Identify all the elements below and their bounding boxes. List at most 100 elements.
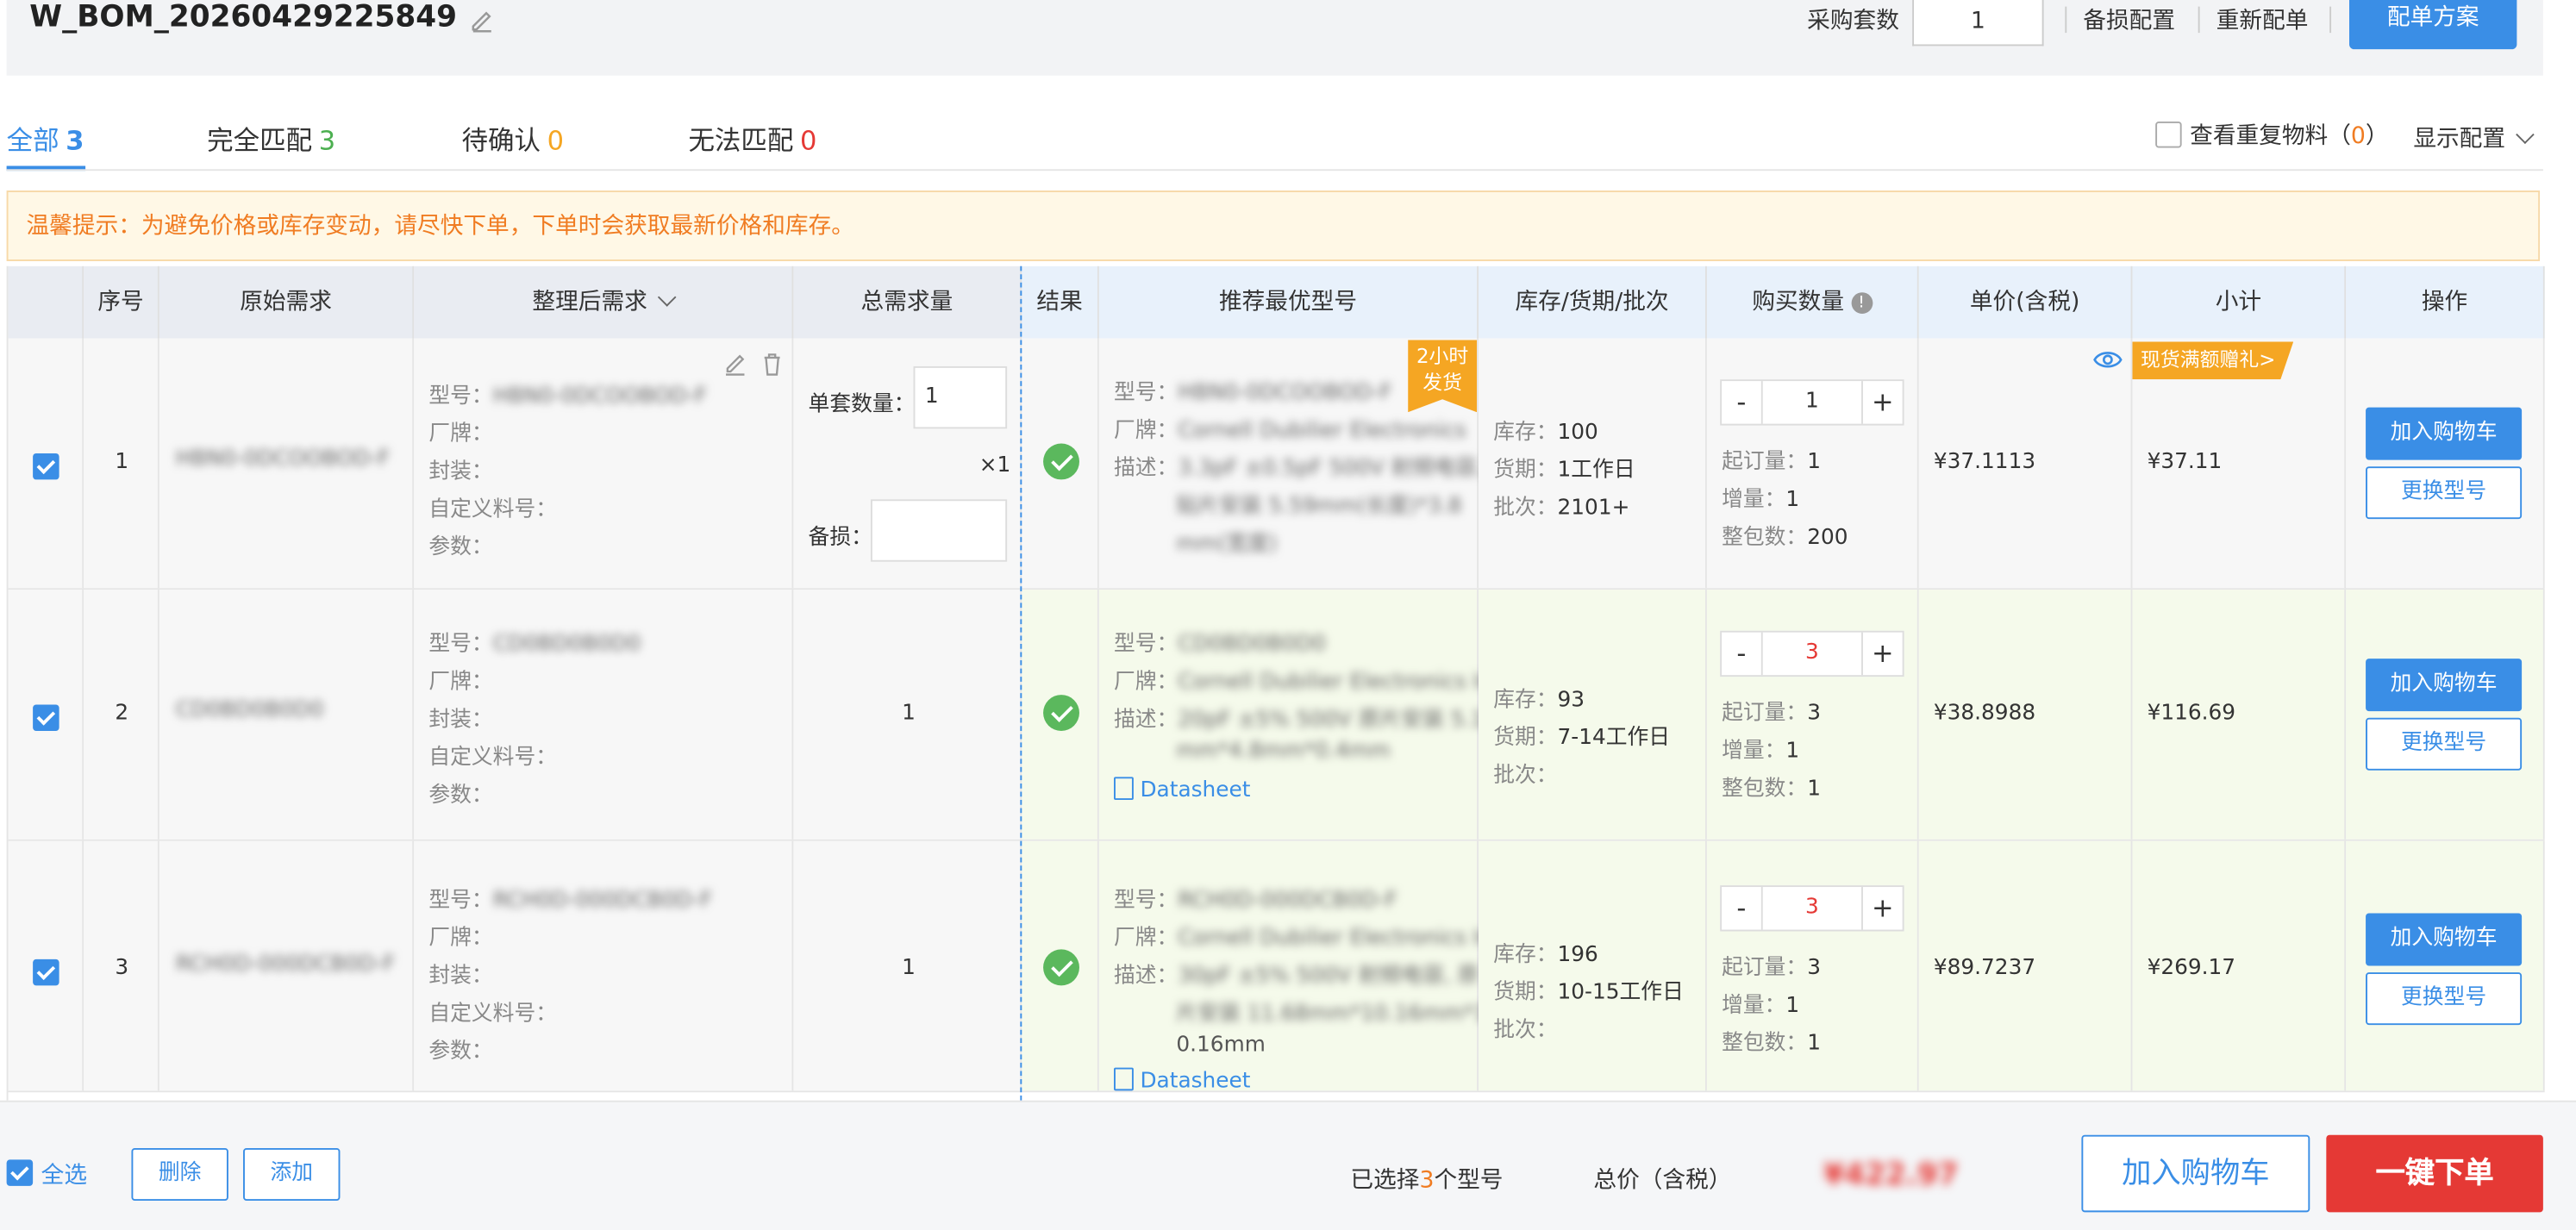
col-header-organized[interactable]: 整理后需求 bbox=[414, 265, 794, 339]
rec-brand-line: 厂牌：Cornell Dubilier Electronics Inc bbox=[1114, 664, 1504, 695]
pdf-icon bbox=[1113, 777, 1134, 801]
rec-desc-cont: 贴片安装 5.59mm(长度)*3.8 bbox=[1176, 494, 1462, 520]
quantity-value[interactable]: 3 bbox=[1761, 887, 1863, 930]
spare-config-link[interactable]: 备损配置 bbox=[2083, 3, 2175, 36]
change-model-button[interactable]: 更换型号 bbox=[2366, 466, 2523, 520]
one-click-order-button[interactable]: 一键下单 bbox=[2326, 1134, 2543, 1213]
match-ok-icon bbox=[1043, 695, 1079, 731]
datasheet-link[interactable]: Datasheet bbox=[1113, 777, 1251, 803]
increase-button[interactable]: + bbox=[1861, 887, 1903, 930]
quantity-value[interactable]: 1 bbox=[1761, 381, 1863, 424]
row-index: 3 bbox=[115, 956, 129, 981]
buy-sets-label: 采购套数 bbox=[1807, 8, 1899, 35]
add-cart-button[interactable]: 加入购物车 bbox=[2366, 659, 2523, 712]
step-value: 1 bbox=[1785, 739, 1800, 765]
add-button[interactable]: 添加 bbox=[243, 1148, 341, 1201]
moq-line: 起订量：3 bbox=[1722, 695, 1821, 727]
rec-desc-label: 描述： bbox=[1113, 964, 1179, 990]
tab-count: 0 bbox=[800, 124, 817, 157]
tab-pending[interactable]: 待确认 0 bbox=[461, 118, 564, 158]
stock-cell: 库存：100 货期：1工作日 批次：2101+ bbox=[1479, 338, 1707, 589]
moq-value: 1 bbox=[1807, 450, 1821, 475]
decrease-button[interactable]: - bbox=[1722, 632, 1763, 676]
spare-input[interactable] bbox=[870, 499, 1008, 562]
tab-label: 待确认 bbox=[461, 124, 541, 157]
rec-model-label: 型号： bbox=[1113, 381, 1179, 406]
quantity-value[interactable]: 3 bbox=[1761, 633, 1863, 676]
rec-model-label: 型号： bbox=[1113, 632, 1179, 658]
row-index: 2 bbox=[115, 701, 129, 727]
edit-icon[interactable] bbox=[722, 352, 747, 377]
tab-no-match[interactable]: 无法匹配 0 bbox=[688, 118, 816, 158]
increase-button[interactable]: + bbox=[1861, 381, 1903, 424]
buy-sets-input[interactable]: 1 bbox=[1912, 0, 2044, 47]
tab-full-match[interactable]: 完全匹配 3 bbox=[207, 118, 335, 158]
info-icon[interactable]: ! bbox=[1850, 291, 1873, 314]
rec-brand-label: 厂牌： bbox=[1113, 926, 1179, 952]
match-ok-icon bbox=[1043, 443, 1079, 480]
eye-icon[interactable] bbox=[2093, 348, 2123, 371]
decrease-button[interactable]: - bbox=[1722, 381, 1763, 424]
model-line: 型号：HBN0-0DCOOBOD-F bbox=[428, 378, 707, 409]
selected-prefix: 已选择 bbox=[1350, 1167, 1420, 1195]
row-checkbox[interactable] bbox=[33, 453, 59, 480]
datasheet-label: Datasheet bbox=[1140, 778, 1251, 803]
plan-button[interactable]: 配单方案 bbox=[2349, 0, 2517, 50]
raw-requirement: HBN0-0DCOOBOD-F bbox=[175, 446, 391, 471]
display-config-dropdown[interactable]: 显示配置 bbox=[2413, 122, 2535, 154]
row-checkbox[interactable] bbox=[33, 958, 59, 986]
lead-value: 7-14工作日 bbox=[1557, 726, 1671, 751]
model-value: HBN0-0DCOOBOD-F bbox=[492, 384, 708, 409]
pack-label: 整包数： bbox=[1722, 525, 1808, 551]
rec-brand-value: Cornell Dubilier Electronics Inc bbox=[1178, 670, 1505, 696]
qty-cell: -3 + 起订量：3 增量：1 整包数：1 bbox=[1706, 590, 1919, 840]
row-checkbox[interactable] bbox=[33, 704, 59, 731]
params-label: 参数： bbox=[428, 1040, 493, 1065]
select-all-label[interactable]: 全选 bbox=[41, 1158, 87, 1190]
pack-line: 整包数：200 bbox=[1722, 519, 1848, 551]
select-all-checkbox[interactable] bbox=[6, 1159, 34, 1186]
step-value: 1 bbox=[1785, 993, 1800, 1019]
delete-button[interactable]: 删除 bbox=[131, 1148, 228, 1201]
price-cell: ¥38.8988 bbox=[1918, 590, 2133, 840]
divider bbox=[2329, 6, 2332, 34]
rec-desc-label: 描述： bbox=[1113, 708, 1179, 733]
subtotal-cell: ¥269.17 bbox=[2132, 840, 2347, 1091]
footer-add-cart-button[interactable]: 加入购物车 bbox=[2081, 1134, 2310, 1213]
moq-label: 起订量： bbox=[1722, 701, 1808, 727]
add-cart-button[interactable]: 加入购物车 bbox=[2366, 913, 2523, 966]
moq-line: 起订量：1 bbox=[1722, 444, 1821, 475]
unit-qty-input[interactable]: 1 bbox=[913, 365, 1008, 429]
increase-button[interactable]: + bbox=[1861, 632, 1903, 676]
col-header-result: 结果 bbox=[1022, 265, 1099, 339]
quantity-stepper: -1 + bbox=[1720, 379, 1904, 426]
rematch-link[interactable]: 重新配单 bbox=[2216, 3, 2309, 36]
index-cell: 3 bbox=[84, 840, 159, 1091]
change-model-button[interactable]: 更换型号 bbox=[2366, 972, 2523, 1026]
select-cell bbox=[8, 590, 84, 840]
model-value: CD0BD0B0D0 bbox=[492, 632, 641, 658]
show-duplicates-label[interactable]: 查看重复物料（0） bbox=[2190, 118, 2388, 151]
datasheet-link[interactable]: Datasheet bbox=[1113, 1067, 1250, 1094]
rec-model-label: 型号： bbox=[1113, 888, 1179, 914]
tab-all[interactable]: 全部 3 bbox=[7, 118, 84, 158]
col-header-price: 单价(含税) bbox=[1918, 265, 2133, 339]
show-duplicates-checkbox[interactable] bbox=[2155, 122, 2182, 148]
change-model-button[interactable]: 更换型号 bbox=[2366, 717, 2523, 771]
rec-desc-cont: 0.16mm bbox=[1176, 1033, 1266, 1058]
batch-value: 2101+ bbox=[1557, 496, 1630, 521]
selected-suffix: 个型号 bbox=[1434, 1167, 1504, 1195]
result-cell bbox=[1022, 590, 1099, 840]
rec-desc-line: 描述：30pF ±5% 500V 射频电容, 原 bbox=[1113, 958, 1479, 990]
col-header-recommended: 推荐最优型号 bbox=[1098, 265, 1479, 339]
gift-promo-badge[interactable]: 现货满额赠礼> bbox=[2132, 341, 2294, 380]
moq-label: 起订量： bbox=[1722, 450, 1808, 475]
unit-price: ¥38.8988 bbox=[1933, 701, 2036, 727]
decrease-button[interactable]: - bbox=[1722, 887, 1763, 930]
edit-title-icon[interactable] bbox=[468, 7, 494, 33]
step-label: 增量： bbox=[1722, 487, 1786, 513]
subtotal: ¥269.17 bbox=[2147, 956, 2236, 981]
lead-label: 货期： bbox=[1493, 726, 1558, 751]
add-cart-button[interactable]: 加入购物车 bbox=[2366, 407, 2523, 460]
delete-icon[interactable] bbox=[760, 352, 784, 377]
